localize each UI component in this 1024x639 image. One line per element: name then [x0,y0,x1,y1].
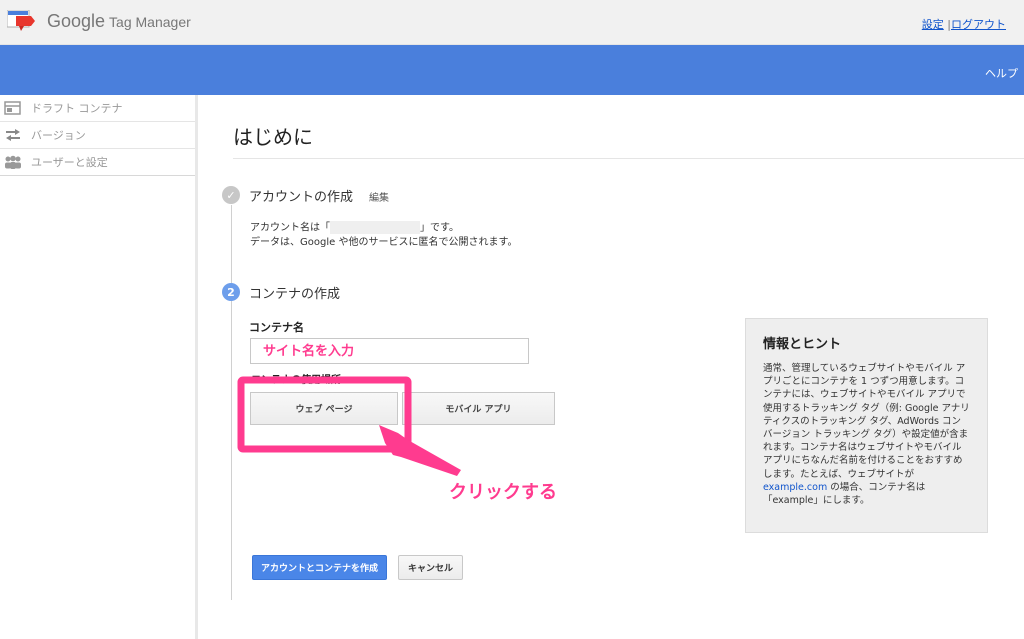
create-account-container-button[interactable]: アカウントとコンテナを作成 [252,555,387,580]
pointer-arrow-icon [379,425,461,476]
tips-body: 通常、管理しているウェブサイトやモバイル アプリごとにコンテナを 1 つずつ用意… [763,362,970,507]
sidebar: ドラフト コンテナ バージョン ユーザーと設定 [0,95,198,639]
container-usage-label: コンテナの使用場所 [251,375,341,386]
account-name-suffix: 」です。 [420,222,459,234]
brand-google: Google [47,11,106,31]
web-page-button[interactable]: ウェブ ページ [250,392,398,425]
tips-title: 情報とヒント [763,337,842,352]
title-divider [233,158,1024,159]
account-description: アカウント名は「 」です。 データは、Google や他のサービスに匿名で公開され… [250,221,517,250]
tag-manager-logo-icon [7,10,35,31]
step2-number-badge: 2 [222,283,240,301]
account-name-prefix: アカウント名は「 [250,222,330,234]
data-sharing-note: データは、Google や他のサービスに匿名で公開されます。 [250,236,518,248]
info-tips-panel: 情報とヒント 通常、管理しているウェブサイトやモバイル アプリごとにコンテナを … [745,318,988,533]
container-name-label: コンテナ名 [249,321,304,334]
account-name-masked [330,221,420,234]
users-icon [5,155,21,169]
tips-text-before-link: 通常、管理しているウェブサイトやモバイル アプリごとにコンテナを 1 つずつ用意… [763,363,970,480]
main-content: はじめに ✓ アカウントの作成 編集 アカウント名は「 」です。 データは、Goo… [203,95,1024,639]
step1-title: アカウントの作成 [249,190,354,205]
page-title: はじめに [233,125,313,149]
sidebar-item-users-settings[interactable]: ユーザーと設定 [0,149,195,176]
draft-container-icon [4,101,21,115]
versions-icon [6,129,20,141]
help-link[interactable]: ヘルプ [985,65,1018,81]
settings-link[interactable]: 設定 [922,18,944,31]
top-bar: Google Tag Manager 設定 |ログアウト [0,0,1024,45]
container-name-input[interactable] [250,338,529,364]
nav-bar: ヘルプ [0,45,1024,95]
brand-product: Tag Manager [109,14,191,30]
brand: Google Tag Manager [47,11,191,32]
logout-link[interactable]: ログアウト [951,18,1006,31]
example-link[interactable]: example.com [763,482,827,493]
step-connector-line [231,205,232,600]
sidebar-item-versions[interactable]: バージョン [0,122,195,149]
sidebar-item-draft-container[interactable]: ドラフト コンテナ [0,95,195,122]
step1-check-icon: ✓ [222,186,240,204]
edit-account-link[interactable]: 編集 [369,189,389,204]
cancel-button[interactable]: キャンセル [398,555,463,580]
mobile-app-button[interactable]: モバイル アプリ [402,392,555,425]
sidebar-item-label: ドラフト コンテナ [31,102,123,115]
sidebar-item-label: ユーザーと設定 [31,156,108,169]
account-links: 設定 |ログアウト [922,16,1006,32]
sidebar-item-label: バージョン [31,129,86,142]
click-annotation-text: クリックする [449,482,557,503]
step2-title: コンテナの作成 [249,287,341,302]
